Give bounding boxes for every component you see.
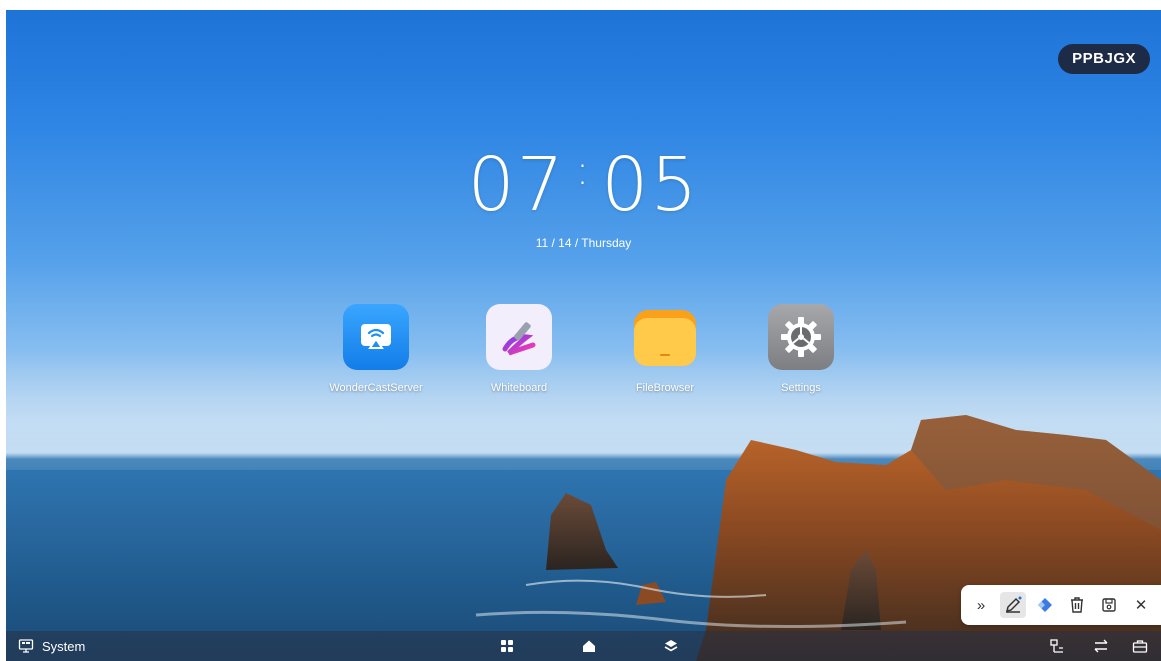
pen-icon [486, 304, 552, 370]
home-icon[interactable] [582, 631, 596, 661]
clock-hours: 07 [467, 142, 566, 228]
monitor-icon [18, 639, 34, 653]
gear-icon [768, 304, 834, 370]
date-display: 11 / 14 / Thursday [535, 236, 632, 250]
app-label: Whiteboard [490, 382, 548, 394]
annotation-toolbar: » ✕ [961, 585, 1161, 625]
close-icon[interactable]: ✕ [1128, 592, 1154, 618]
trash-icon[interactable] [1064, 592, 1090, 618]
cast-icon [343, 304, 409, 370]
device-name-badge[interactable]: PPBJGX [1058, 44, 1150, 74]
clock-display: 07:05 [6, 142, 1161, 228]
taskbar: System [6, 631, 1161, 661]
app-filebrowser[interactable]: FileBrowser [610, 304, 720, 394]
pen-icon[interactable] [1000, 592, 1026, 618]
clock-minutes: 05 [601, 142, 700, 228]
app-settings[interactable]: Settings [746, 304, 856, 394]
app-label: Settings [781, 382, 821, 394]
transfer-icon[interactable] [1093, 631, 1109, 661]
app-wondercastserver[interactable]: WonderCastServer [321, 304, 431, 394]
folder-icon [632, 304, 698, 370]
system-label: System [42, 638, 86, 654]
save-icon[interactable] [1096, 592, 1122, 618]
apps-grid-icon[interactable] [500, 631, 514, 661]
app-label: WonderCastServer [329, 382, 423, 394]
eraser-icon[interactable] [1032, 592, 1058, 618]
app-launcher: WonderCastServer Whiteboard FileBrowser … [6, 304, 1161, 404]
app-whiteboard[interactable]: Whiteboard [464, 304, 574, 394]
toolbox-icon[interactable] [1132, 631, 1148, 661]
layers-icon[interactable] [664, 631, 678, 661]
desktop-screen: PPBJGX 07:05 11 / 14 / Thursday WonderCa… [6, 10, 1161, 661]
expand-icon[interactable]: » [968, 592, 994, 618]
signal-source-icon[interactable] [1049, 631, 1065, 661]
app-label: FileBrowser [635, 382, 695, 394]
system-button[interactable]: System [18, 631, 85, 661]
clock-colon: : [575, 148, 592, 194]
